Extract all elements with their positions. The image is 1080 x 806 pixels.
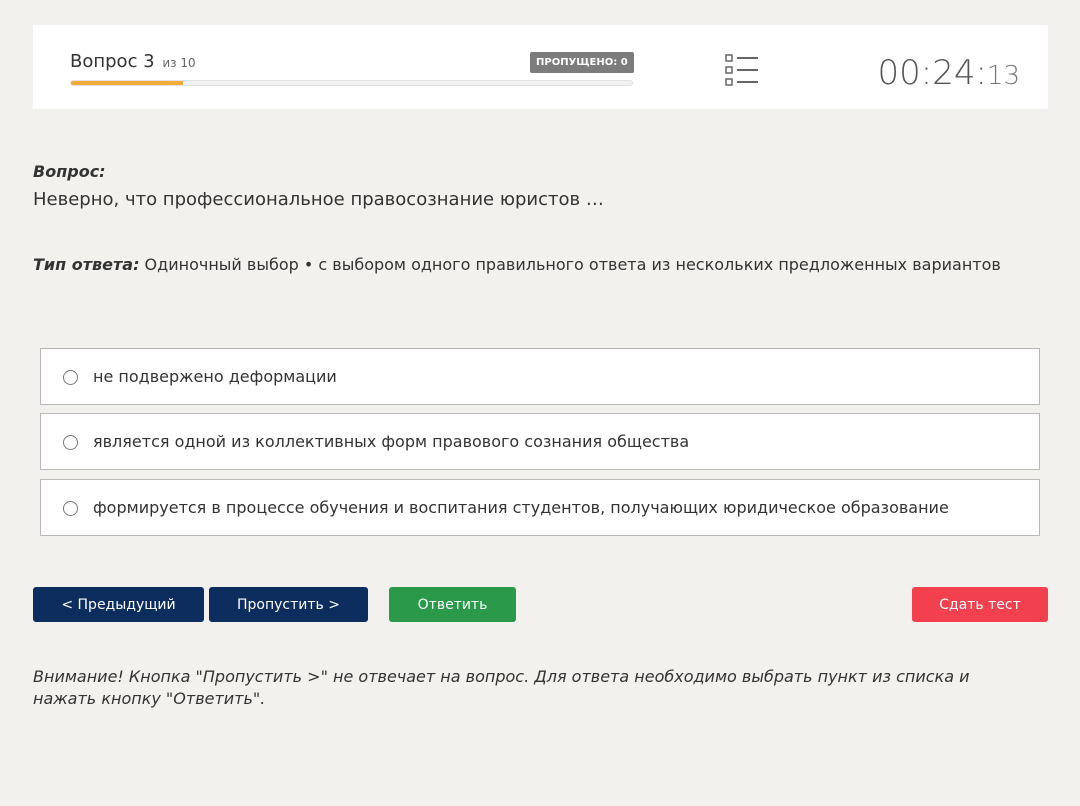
question-text: Неверно, что профессиональное правосозна… [33,189,604,210]
answer-option-text: является одной из коллективных форм прав… [93,432,690,451]
quiz-header: Вопрос 3 из 10 ПРОПУЩЕНО: 0 00:24:13 [33,25,1048,109]
answer-option-2[interactable]: является одной из коллективных форм прав… [40,413,1040,470]
answer-option-3[interactable]: формируется в процессе обучения и воспит… [40,479,1040,536]
skipped-badge: ПРОПУЩЕНО: 0 [530,52,634,73]
radio-button[interactable] [63,501,78,516]
progress-fill [71,81,184,85]
warning-text: Внимание! Кнопка "Пропустить >" не отвеч… [33,667,970,708]
question-counter: Вопрос 3 из 10 [70,51,196,72]
answer-type: Тип ответа: Одиночный выбор • с выбором … [33,255,1001,274]
list-icon-graphic [725,54,758,86]
answer-option-text: формируется в процессе обучения и воспит… [93,498,949,517]
answer-button[interactable]: Ответить [389,587,516,622]
timer: 00:24:13 [877,53,1020,93]
skip-button[interactable]: Пропустить > [209,587,368,622]
timer-main: 00:24: [877,53,987,93]
answer-option-text: не подвержено деформации [93,367,337,386]
question-label: Вопрос: [33,162,106,181]
answer-type-value: Одиночный выбор • с выбором одного прави… [139,255,1001,274]
timer-seconds: 13 [986,61,1020,91]
question-total: из 10 [162,56,196,70]
radio-button[interactable] [63,435,78,450]
submit-test-button[interactable]: Сдать тест [912,587,1048,622]
progress-bar [70,80,633,86]
previous-button[interactable]: < Предыдущий [33,587,204,622]
answer-type-label: Тип ответа: [33,255,140,274]
answer-option-1[interactable]: не подвержено деформации [40,348,1040,405]
question-number: Вопрос 3 [70,51,155,72]
radio-button[interactable] [63,370,78,385]
list-icon[interactable] [725,53,759,87]
